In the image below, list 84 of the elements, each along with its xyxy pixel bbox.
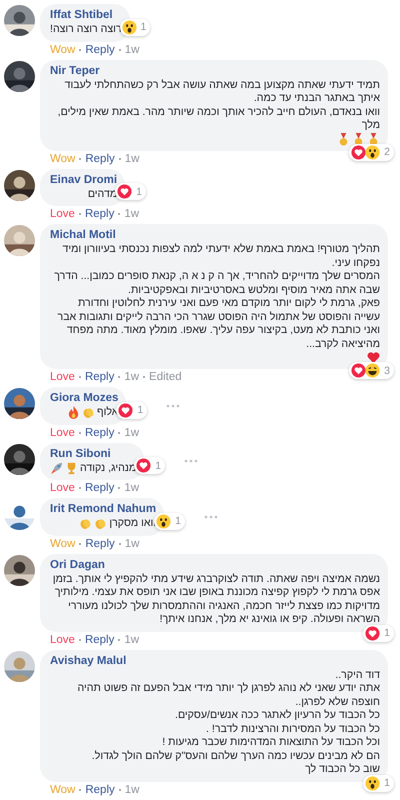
heart-icon: [367, 351, 380, 364]
reaction-count: 1: [136, 186, 142, 198]
reply-link[interactable]: Reply: [84, 370, 114, 384]
reaction-link[interactable]: Wow: [50, 536, 76, 550]
reaction-badge[interactable]: 1: [115, 183, 146, 200]
comment-text: אתה יודע שאני לא נוהג לפרגן לך יותר מידי אבל הפעם זה פשוט תהיה חוצפה שלא לפרגן..: [76, 682, 380, 709]
reply-link[interactable]: Reply: [85, 536, 115, 550]
reaction-count: 1: [155, 460, 162, 472]
reaction-link[interactable]: Love: [50, 481, 75, 495]
reply-link[interactable]: Reply: [85, 782, 115, 796]
more-options-icon[interactable]: [166, 404, 180, 408]
author-name[interactable]: Avishay Malul: [50, 654, 380, 668]
comment-text: שוב כל הכבוד לך: [305, 763, 380, 776]
edited-label[interactable]: Edited: [149, 370, 182, 384]
comment-text: פאק, גרמת לי לקום יותר מוקדם מאי פעם ואני עירנית לחלוטין וחדורת עשייה והפוסט של אתמול היה הפוסט שגרר הכי הרבה לייקים ותגובות אבר ואני כותבת לא מעט, בקיצור עפה עליך. שאפו. מומלץ מאוד. מתה מפחד מהיציאה לקרב...: [56, 297, 380, 351]
comment-text: מנהיג, נקודה: [80, 462, 136, 475]
reaction-link[interactable]: Love: [50, 632, 75, 646]
timestamp[interactable]: 1w: [124, 536, 140, 550]
medal-icon: [337, 132, 350, 146]
comment-text: תמיד ידעתי שאתה מקצוען במה שאתה עושה אבל רק כשהתחלתי לעבוד איתך באתגר הבנתי עד כמה.: [64, 78, 380, 106]
reaction-badge[interactable]: 1: [116, 402, 148, 418]
reply-link[interactable]: Reply: [84, 481, 114, 495]
trophy-icon: [65, 462, 78, 475]
reply-link[interactable]: Reply: [84, 426, 114, 440]
comment-text: המסרים שלך מדוייקים להחריד, אך ה ק נ א ה, קנאת סופרים כמובן... הדרך שבה אתה מאיר מוסיף ומלטש באסרטיביות ובאפקטיביות.: [53, 270, 380, 297]
reaction-count: 1: [137, 404, 144, 416]
reply-link[interactable]: Reply: [85, 42, 115, 56]
author-name[interactable]: Michal Motil: [50, 228, 380, 243]
author-name[interactable]: Irit Remond Nahum: [50, 502, 156, 517]
author-name[interactable]: Ori Dagan: [50, 558, 380, 572]
comment-text: כל הכבוד על הרעיון לאתגר ככה אנשים/עסקים.: [175, 709, 380, 722]
timestamp[interactable]: 1w: [124, 782, 140, 796]
timestamp[interactable]: 1w: [124, 42, 140, 56]
reaction-count: 2: [384, 146, 390, 158]
reaction-badge[interactable]: 2: [349, 144, 394, 160]
reaction-count: 1: [384, 777, 390, 789]
more-options-icon[interactable]: [204, 514, 218, 519]
reaction-link[interactable]: Love: [50, 207, 75, 221]
author-name[interactable]: Iffat Shtibel: [50, 8, 122, 23]
timestamp[interactable]: 1w: [124, 370, 140, 384]
timestamp[interactable]: 1w: [124, 152, 140, 166]
reaction-count: 1: [175, 515, 181, 527]
wow-face-icon: [365, 144, 380, 160]
timestamp[interactable]: 1w: [124, 481, 140, 495]
rocket-icon: [50, 462, 63, 475]
reply-link[interactable]: Reply: [85, 152, 115, 166]
reaction-badge[interactable]: 1: [154, 512, 185, 530]
author-name[interactable]: Nir Teper: [50, 64, 380, 78]
fire-icon: [66, 406, 80, 420]
reaction-badge[interactable]: 3: [349, 362, 394, 379]
reaction-count: 1: [384, 627, 390, 639]
timestamp[interactable]: 1w: [124, 632, 140, 646]
reaction-link[interactable]: Love: [50, 370, 75, 384]
comment-text: כל הכבוד על המסירות והרצינות לדבר! .: [206, 722, 380, 736]
reaction-badge[interactable]: 1: [120, 18, 150, 36]
comment-text: וכל הכבוד על התוצאות המדהימות שכבר מגיעות !: [162, 736, 380, 750]
author-name[interactable]: Einav Dromi: [50, 172, 118, 188]
reaction-link[interactable]: Wow: [50, 42, 76, 56]
reaction-link[interactable]: Wow: [50, 782, 76, 796]
laughing-face-icon: [365, 363, 380, 378]
comment-text: הם לא מבינים עכשיו כמה הערך שלהם והעס"ק שלהם הולך לגדול.: [92, 750, 380, 763]
more-options-icon[interactable]: [184, 459, 198, 464]
reply-link[interactable]: Reply: [84, 207, 114, 221]
comment-text: וואו בנאדם, העולם חייב להכיר אותך וכמה שיותר מהר. באמת שאין מילים, מלך: [56, 106, 380, 132]
comment-text: תהליך מטורף! באמת באמת שלא ידעתי למה לצפות נכנסתי בעיוורון ומיד נפקחו עיני.: [61, 243, 380, 270]
wow-face-icon: [365, 776, 380, 790]
comment-text: נשמה אמיצה ויפה שאתה. תודה לצוקרברג שידע מתי להקפיץ לי אותך. בזמן אפס גרמת לי לקפוץ קפיצה מכוננת באופן שבו אני תופס את עצמי. מילותיך מדויקות כמו פצצת לייזר חכמה, האנגיה וההתמסרות שלך לכולנו מעוררי השראה ופעולה. קיפ או גואינג יא מלך, אנחנו איתך!: [52, 572, 380, 626]
timestamp[interactable]: 1w: [124, 426, 140, 440]
wow-face-icon: [156, 514, 172, 528]
reaction-badge[interactable]: 1: [363, 624, 394, 642]
reply-link[interactable]: Reply: [84, 632, 114, 646]
wow-face-icon: [122, 20, 137, 34]
author-name[interactable]: Giora Mozes: [50, 391, 118, 406]
comment-text: רוצה רוצה רוצה!: [50, 23, 122, 36]
reaction-badge[interactable]: 1: [134, 457, 166, 474]
reaction-link[interactable]: Wow: [50, 152, 76, 166]
comment-text: דוד היקר..: [335, 668, 380, 682]
comment-text: מדהים: [88, 188, 118, 201]
reaction-count: 3: [384, 364, 390, 376]
author-name[interactable]: Run Siboni: [50, 446, 136, 462]
timestamp[interactable]: 1w: [124, 207, 140, 221]
reaction-count: 1: [140, 21, 146, 33]
reaction-badge[interactable]: 1: [363, 774, 394, 792]
reaction-link[interactable]: Love: [50, 426, 75, 440]
